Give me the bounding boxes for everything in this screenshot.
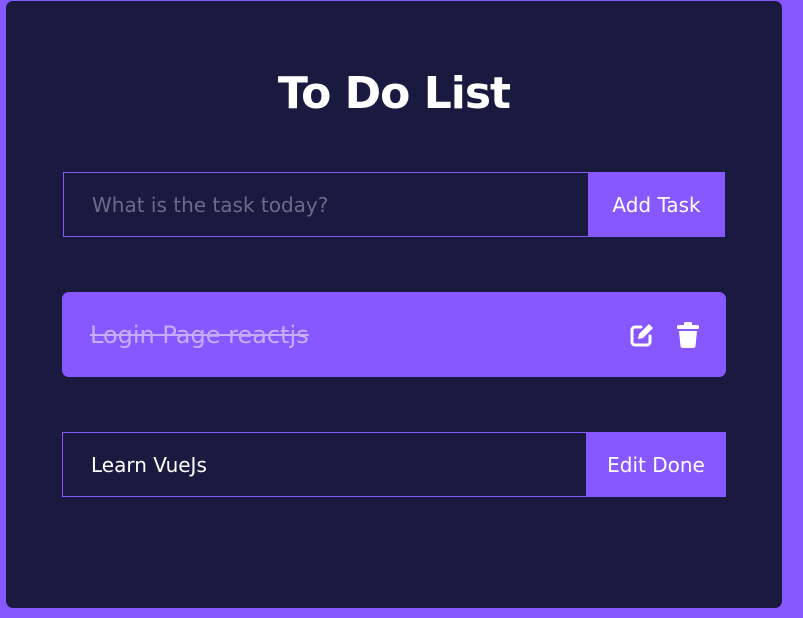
trash-icon[interactable] (676, 321, 700, 349)
add-task-button[interactable]: Add Task (588, 172, 725, 237)
todo-item: Login Page reactjs (62, 292, 726, 377)
edit-task-form: Edit Done (62, 432, 726, 497)
task-input[interactable] (63, 172, 588, 237)
todo-text[interactable]: Login Page reactjs (90, 321, 608, 349)
add-task-form: Add Task (63, 172, 725, 237)
todo-wrapper: To Do List Add Task Login Page reactjs E… (6, 1, 782, 608)
edit-task-input[interactable] (62, 432, 586, 497)
page-title: To Do List (277, 68, 511, 119)
edit-icon[interactable] (628, 321, 656, 349)
edit-done-button[interactable]: Edit Done (586, 432, 726, 497)
